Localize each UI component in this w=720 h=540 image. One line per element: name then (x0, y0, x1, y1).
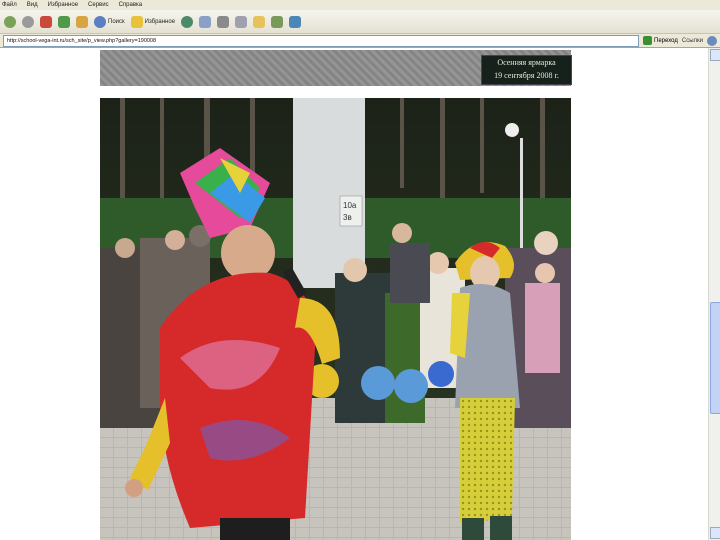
go-button[interactable]: Переход (643, 36, 678, 45)
refresh-button[interactable] (58, 14, 70, 30)
refresh-icon (58, 15, 70, 28)
go-label: Переход (654, 37, 678, 44)
history-icon (181, 15, 194, 28)
edit-button[interactable] (235, 14, 248, 30)
search-icon (94, 15, 106, 28)
scroll-thumb[interactable] (710, 302, 720, 414)
address-input[interactable]: http://school-vega-int.ru/sch_site/p_vie… (3, 34, 640, 47)
history-button[interactable] (181, 14, 194, 30)
toolbar: Поиск Избранное (0, 10, 720, 34)
messenger-button[interactable] (289, 14, 302, 30)
sign-text-line2: 3в (343, 213, 352, 222)
research-button[interactable] (271, 14, 284, 30)
menu-favorites[interactable]: Избранное (48, 2, 78, 8)
menu-bar: Файл Вид Избранное Сервис Справка (0, 0, 720, 10)
forward-button[interactable] (22, 14, 34, 30)
print-button[interactable] (217, 14, 230, 30)
address-bar: http://school-vega-int.ru/sch_site/p_vie… (0, 34, 720, 48)
menu-file[interactable]: Файл (2, 2, 17, 8)
research-icon (271, 15, 284, 28)
go-arrow-icon (643, 36, 653, 45)
page-content: Осенняя ярмарка 19 сентября 2008 г. 10а … (0, 48, 708, 540)
favorites-button[interactable]: Избранное (130, 14, 176, 30)
forward-arrow-icon (22, 15, 34, 28)
links-label[interactable]: Ссылки (682, 38, 703, 44)
scroll-up-arrow[interactable] (710, 49, 720, 61)
star-icon (130, 15, 143, 28)
lamp-globe (505, 123, 519, 137)
home-button[interactable] (76, 14, 88, 30)
vertical-scrollbar[interactable] (708, 48, 720, 540)
mail-icon (199, 15, 212, 28)
back-button[interactable] (4, 14, 16, 30)
print-icon (217, 15, 230, 28)
stop-button[interactable] (40, 14, 52, 30)
home-icon (76, 15, 88, 28)
extension-icon[interactable] (707, 35, 717, 46)
caption-line2: 19 сентября 2008 г. (494, 71, 559, 80)
folder-button[interactable] (253, 14, 266, 30)
folder-icon (253, 15, 266, 28)
menu-tools[interactable]: Сервис (88, 2, 109, 8)
sign-text-line1: 10а (343, 201, 357, 210)
lamp-post (520, 138, 523, 248)
messenger-icon (289, 15, 302, 28)
photo-caption: Осенняя ярмарка 19 сентября 2008 г. (481, 55, 572, 85)
search-label: Поиск (108, 18, 125, 25)
menu-help[interactable]: Справка (119, 2, 143, 8)
mail-button[interactable] (199, 14, 212, 30)
photo-illustration: 10а 3в (100, 98, 571, 540)
scroll-down-arrow[interactable] (710, 527, 720, 539)
caption-line1: Осенняя ярмарка (497, 58, 556, 67)
favorites-label: Избранное (144, 18, 176, 25)
search-button[interactable]: Поиск (94, 14, 125, 30)
stop-icon (40, 15, 52, 28)
gallery-photo[interactable]: 10а 3в (100, 98, 571, 540)
edit-icon (235, 15, 248, 28)
back-arrow-icon (4, 15, 16, 28)
menu-view[interactable]: Вид (27, 2, 38, 8)
